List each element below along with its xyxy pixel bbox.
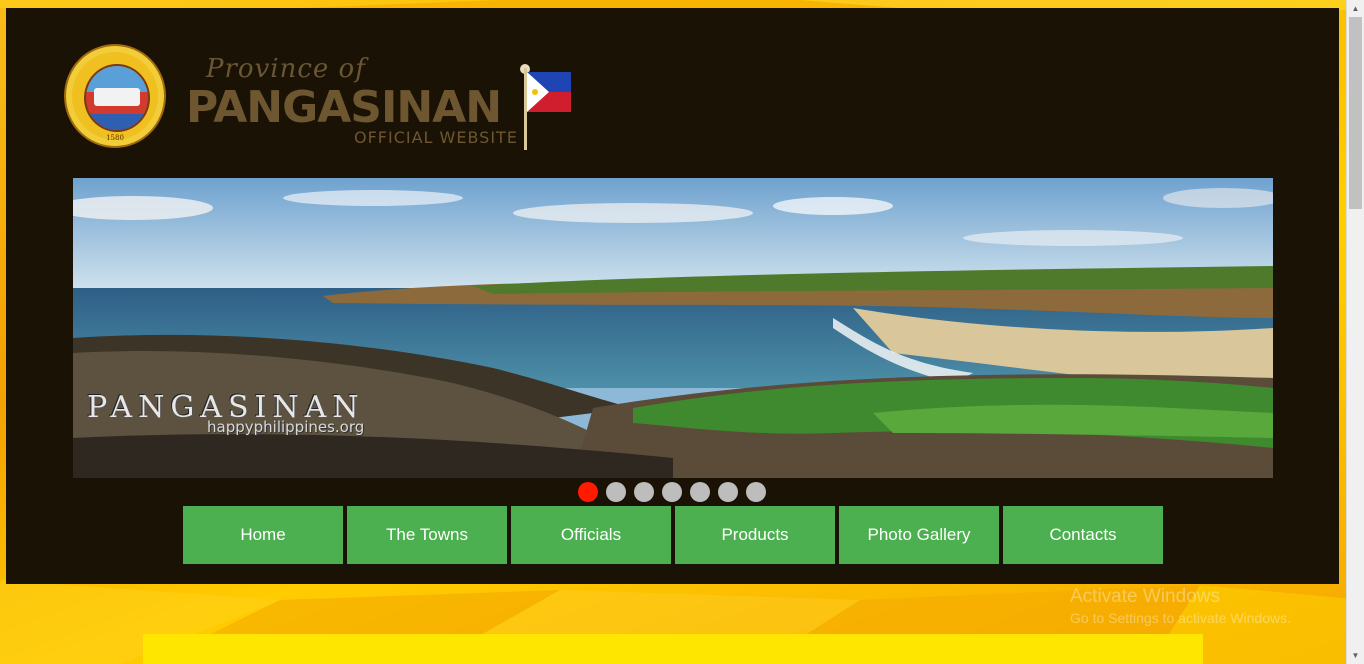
brand-script: Province of [206,54,366,84]
activate-windows-subtitle: Go to Settings to activate Windows. [1070,610,1291,626]
slider-pagination [578,482,774,504]
slider-dot-6[interactable] [718,482,738,502]
scroll-thumb[interactable] [1349,17,1362,209]
seal-year: 1580 [106,134,124,142]
brand-name: PANGASINAN [186,82,502,133]
content-strip [143,634,1203,664]
nav-item-products[interactable]: Products [675,506,835,564]
slider-dot-1[interactable] [578,482,598,502]
nav-item-the-towns[interactable]: The Towns [347,506,507,564]
philippine-flag-icon [527,72,571,112]
nav-item-photo-gallery[interactable]: Photo Gallery [839,506,999,564]
slider-dot-5[interactable] [690,482,710,502]
brand-subtitle: OFFICIAL WEBSITE [354,128,518,147]
scroll-up-arrow-icon[interactable]: ▲ [1347,0,1364,17]
activate-windows-title: Activate Windows [1070,586,1220,607]
slider-dot-4[interactable] [662,482,682,502]
hero-slide-image[interactable]: PANGASINAN happyphilippines.org [73,178,1273,478]
hero-watermark-url: happyphilippines.org [207,418,365,436]
site-header: 1580 Province of PANGASINAN OFFICIAL WEB… [6,8,1339,584]
provincial-seal-icon: 1580 [64,44,166,148]
vertical-scrollbar[interactable]: ▲ ▼ [1346,0,1364,664]
slider-dot-7[interactable] [746,482,766,502]
slider-dot-3[interactable] [634,482,654,502]
activate-windows-watermark: Activate Windows Go to Settings to activ… [1070,586,1291,626]
slider-dot-2[interactable] [606,482,626,502]
nav-item-home[interactable]: Home [183,506,343,564]
main-navigation: Home The Towns Officials Products Photo Gall… [183,506,1163,564]
site-logo[interactable]: 1580 Province of PANGASINAN OFFICIAL WEB… [62,42,582,157]
nav-item-officials[interactable]: Officials [511,506,671,564]
nav-item-contacts[interactable]: Contacts [1003,506,1163,564]
scroll-down-arrow-icon[interactable]: ▼ [1347,647,1364,664]
